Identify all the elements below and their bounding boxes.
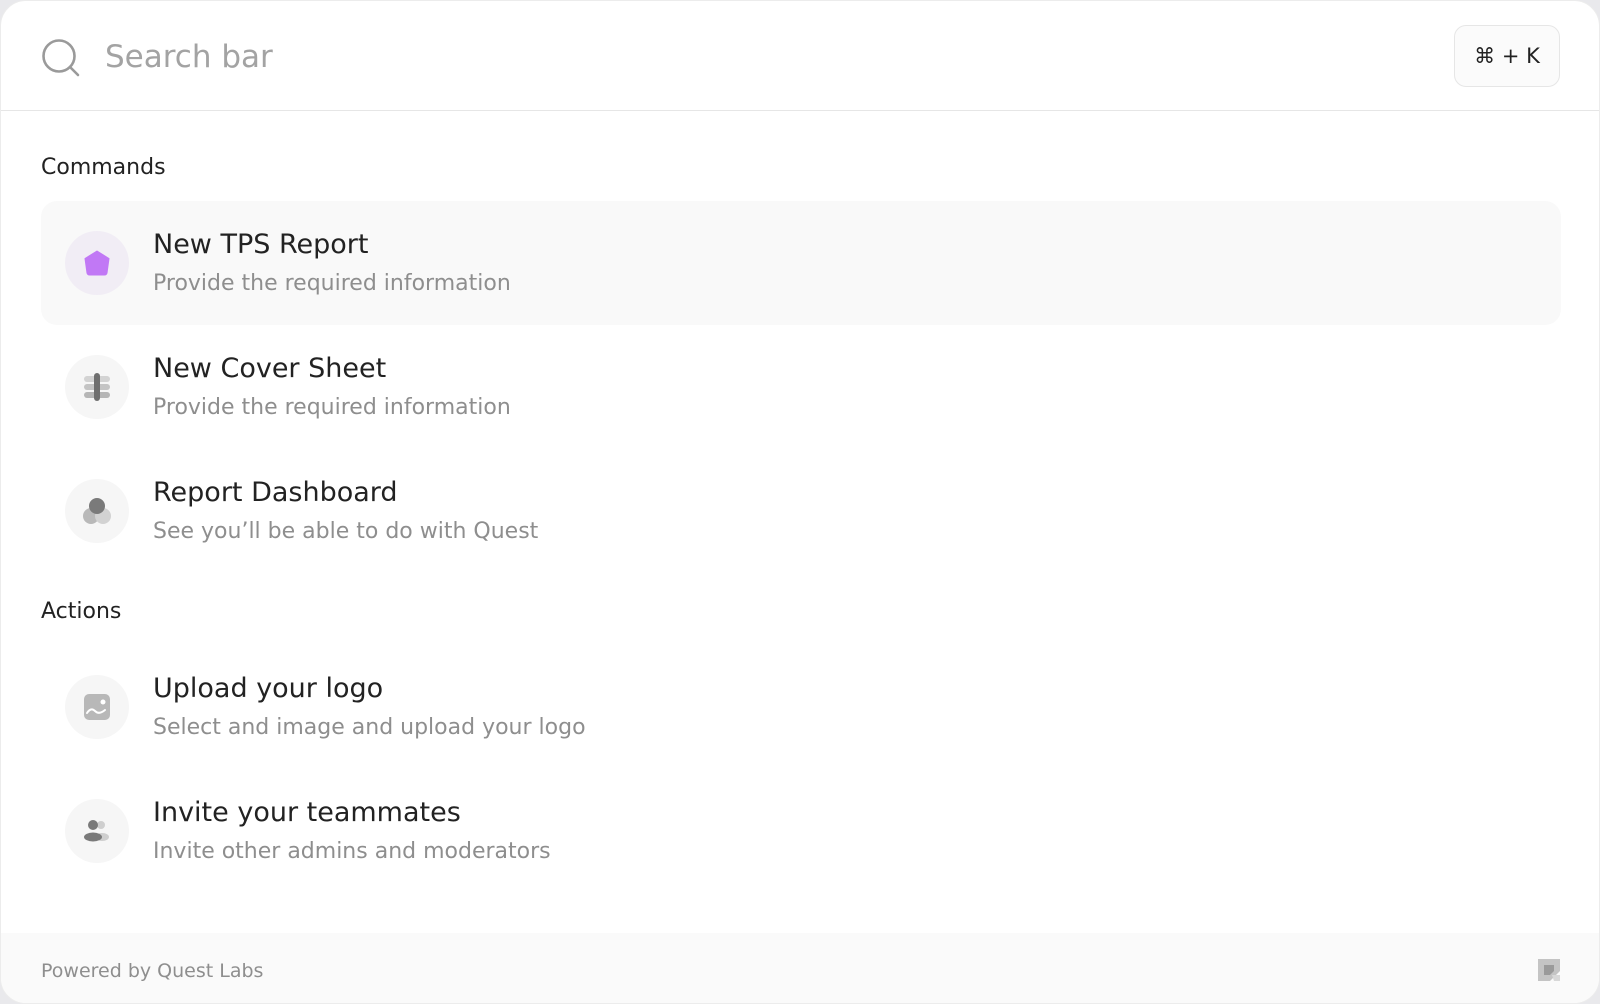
item-description: Provide the required information: [153, 271, 511, 296]
search-input[interactable]: [105, 31, 1305, 83]
item-title: Report Dashboard: [153, 477, 398, 508]
command-item-new-tps-report[interactable]: New TPS Report Provide the required info…: [41, 201, 1561, 325]
layers-icon: [65, 355, 129, 419]
quest-logo-icon: [1538, 959, 1560, 981]
command-palette: ⌘ + K Commands New TPS Report Provide th…: [0, 0, 1600, 1004]
item-description: Invite other admins and moderators: [153, 839, 551, 864]
action-item-upload-logo[interactable]: Upload your logo Select and image and up…: [41, 645, 1561, 769]
command-item-new-cover-sheet[interactable]: New Cover Sheet Provide the required inf…: [41, 325, 1561, 449]
footer: Powered by Quest Labs: [1, 933, 1599, 1003]
search-icon: [42, 39, 80, 77]
footer-powered-by: Powered by Quest Labs: [41, 960, 264, 982]
search-bar: ⌘ + K: [1, 1, 1599, 111]
item-title: Upload your logo: [153, 673, 384, 704]
users-icon: [65, 799, 129, 863]
section-title-actions: Actions: [41, 599, 122, 624]
keyboard-shortcut-badge: ⌘ + K: [1454, 25, 1560, 87]
item-description: Provide the required information: [153, 395, 511, 420]
item-description: See you’ll be able to do with Quest: [153, 519, 539, 544]
command-item-report-dashboard[interactable]: Report Dashboard See you’ll be able to d…: [41, 449, 1561, 573]
item-title: New TPS Report: [153, 229, 369, 260]
pentagon-icon: [65, 231, 129, 295]
section-title-commands: Commands: [41, 155, 166, 180]
circles-icon: [65, 479, 129, 543]
item-description: Select and image and upload your logo: [153, 715, 586, 740]
item-title: New Cover Sheet: [153, 353, 387, 384]
image-icon: [65, 675, 129, 739]
action-item-invite-teammates[interactable]: Invite your teammates Invite other admin…: [41, 769, 1561, 893]
item-title: Invite your teammates: [153, 797, 461, 828]
